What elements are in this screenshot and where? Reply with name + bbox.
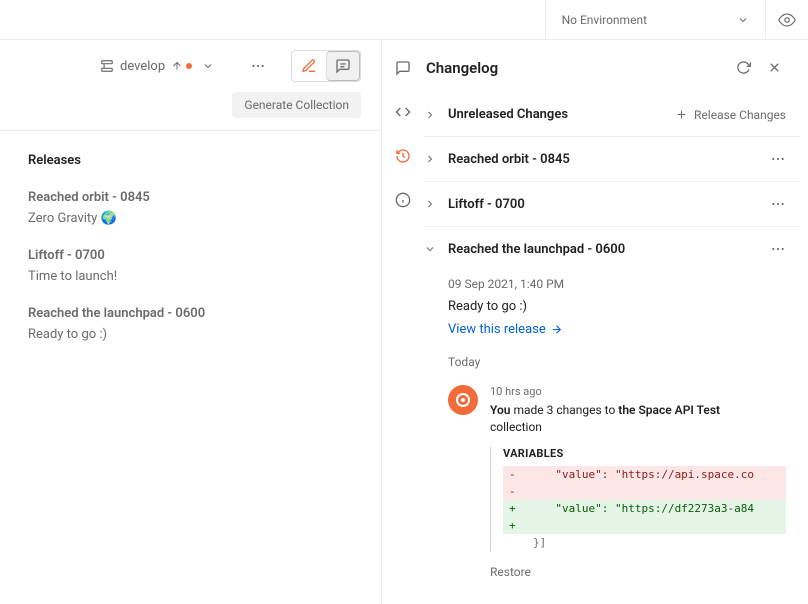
chevron-down-icon: [737, 14, 749, 26]
release-desc: Zero Gravity 🌍: [28, 211, 353, 226]
unreleased-row[interactable]: Unreleased Changes Release Changes: [424, 93, 800, 137]
release-title: Reached orbit - 0845: [28, 190, 353, 205]
eye-icon: [778, 11, 796, 29]
changelog-header: Changelog: [424, 40, 800, 93]
chevron-right-icon: [424, 153, 438, 165]
row-more-button[interactable]: [770, 196, 786, 212]
main-split: develop: [0, 40, 808, 604]
view-release-link[interactable]: View this release: [448, 322, 563, 337]
documentation-tab[interactable]: [395, 60, 411, 76]
unreleased-label: Unreleased Changes: [448, 107, 665, 122]
release-desc: Time to launch!: [28, 269, 353, 284]
view-toggle: [291, 50, 361, 82]
activity-text: You made 3 changes to the Space API Test…: [490, 402, 786, 437]
changelog-row-title: Reached orbit - 0845: [448, 152, 760, 167]
diff-line-added: +: [503, 517, 786, 534]
push-indicator: [171, 60, 192, 72]
releases-list: Releases Reached orbit - 0845 Zero Gravi…: [0, 131, 381, 386]
release-title: Liftoff - 0700: [28, 248, 353, 263]
diff-section-label: VARIABLES: [503, 447, 786, 460]
changelog-expanded-body: 09 Sep 2021, 1:40 PM Ready to go :) View…: [424, 277, 800, 591]
changelog-row[interactable]: Liftoff - 0700: [424, 182, 800, 227]
changelog-row-expanded[interactable]: Reached the launchpad - 0600: [424, 227, 800, 271]
release-changes-label: Release Changes: [694, 108, 786, 122]
environment-selector[interactable]: No Environment: [545, 0, 765, 39]
top-bar: No Environment: [0, 0, 808, 40]
release-item[interactable]: Reached orbit - 0845 Zero Gravity 🌍: [28, 190, 353, 226]
left-header: develop: [0, 40, 381, 92]
changelog-body: Changelog Unreleased Changes Release Cha…: [424, 40, 808, 604]
chevron-right-icon: [424, 198, 438, 210]
diff-line: }]: [503, 534, 786, 551]
release-changes-button[interactable]: Release Changes: [675, 108, 786, 122]
left-pane: develop: [0, 40, 382, 604]
today-label: Today: [448, 355, 786, 369]
edit-button[interactable]: [292, 51, 326, 81]
diff-block: VARIABLES - "value": "https://api.space.…: [490, 447, 786, 551]
release-item[interactable]: Reached the launchpad - 0600 Ready to go…: [28, 306, 353, 342]
chevron-down-icon: [202, 60, 214, 72]
row-more-button[interactable]: [770, 151, 786, 167]
refresh-button[interactable]: [732, 56, 755, 79]
comments-button[interactable]: [326, 51, 360, 81]
close-button[interactable]: [763, 56, 786, 79]
release-desc: Ready to go :): [28, 327, 353, 342]
activity-item: 10 hrs ago You made 3 changes to the Spa…: [448, 385, 786, 591]
environment-label: No Environment: [562, 13, 647, 27]
generate-collection-button[interactable]: Generate Collection: [232, 92, 361, 118]
diff: - "value": "https://api.space.co - + "va…: [503, 466, 786, 551]
release-description: Ready to go :): [448, 299, 786, 314]
view-release-label: View this release: [448, 322, 546, 337]
release-timestamp: 09 Sep 2021, 1:40 PM: [448, 277, 786, 291]
environment-quicklook-button[interactable]: [765, 0, 808, 39]
changelog-row-title: Reached the launchpad - 0600: [448, 242, 760, 257]
activity-time: 10 hrs ago: [490, 385, 786, 398]
branch-name: develop: [120, 59, 165, 74]
code-tab[interactable]: [395, 104, 411, 120]
row-more-button[interactable]: [770, 241, 786, 257]
diff-line-removed: -: [503, 483, 786, 500]
release-item[interactable]: Liftoff - 0700 Time to launch!: [28, 248, 353, 284]
right-rail: [382, 40, 424, 208]
changelog-title: Changelog: [426, 59, 498, 77]
changelog-row[interactable]: Reached orbit - 0845: [424, 137, 800, 182]
chevron-down-icon: [424, 243, 438, 255]
activity-body: 10 hrs ago You made 3 changes to the Spa…: [490, 385, 786, 579]
release-title: Reached the launchpad - 0600: [28, 306, 353, 321]
changelog-tab[interactable]: [395, 148, 411, 164]
restore-button[interactable]: Restore: [490, 565, 786, 579]
diff-line-added: + "value": "https://df2273a3-a84: [503, 500, 786, 517]
left-toolbar: Generate Collection: [0, 92, 381, 130]
fork-icon: [100, 59, 114, 73]
releases-heading: Releases: [28, 153, 353, 168]
chevron-right-icon: [424, 109, 438, 121]
changes-dot-icon: [186, 63, 192, 69]
more-button[interactable]: [244, 54, 272, 78]
branch-selector[interactable]: develop: [100, 59, 214, 74]
changelog-row-title: Liftoff - 0700: [448, 197, 760, 212]
diff-line-removed: - "value": "https://api.space.co: [503, 466, 786, 483]
right-pane: Changelog Unreleased Changes Release Cha…: [382, 40, 808, 604]
info-tab[interactable]: [395, 192, 411, 208]
avatar: [448, 385, 478, 415]
